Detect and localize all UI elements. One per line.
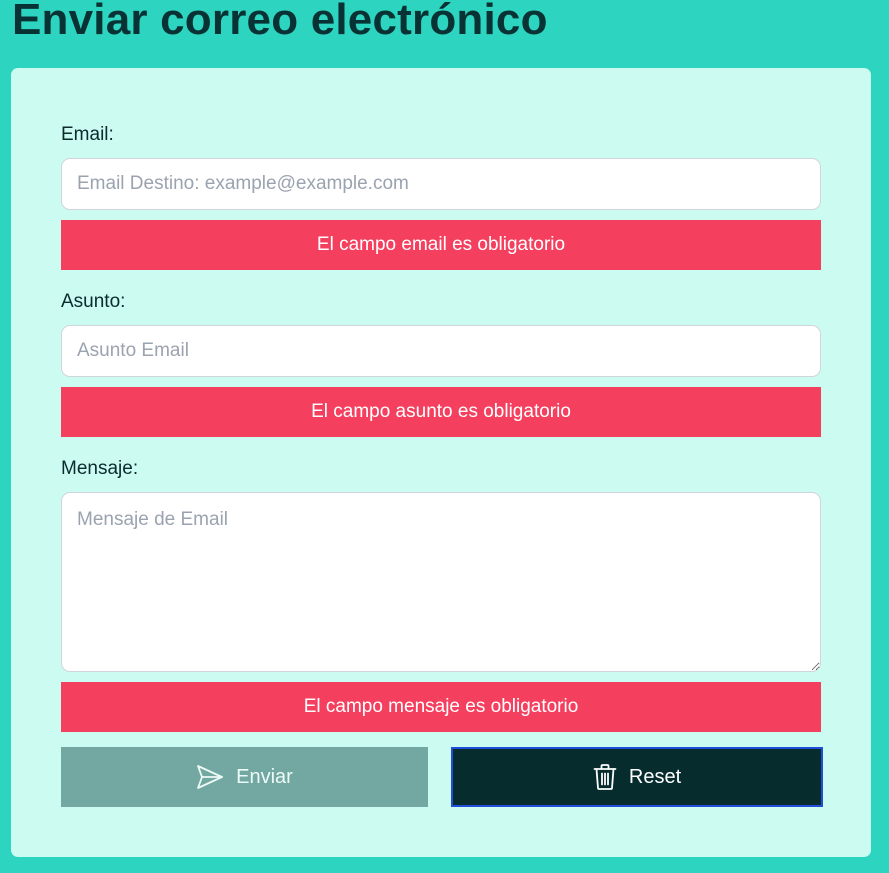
subject-error-message: El campo asunto es obligatorio xyxy=(61,387,821,437)
reset-button-label: Reset xyxy=(628,765,682,788)
trash-icon xyxy=(593,763,617,791)
send-button-label: Enviar xyxy=(236,765,293,788)
email-error-message: El campo email es obligatorio xyxy=(61,220,821,270)
email-label: Email: xyxy=(61,124,114,145)
email-input[interactable] xyxy=(61,158,821,210)
send-button[interactable]: Enviar xyxy=(61,747,428,807)
message-textarea[interactable] xyxy=(61,492,821,672)
message-error-message: El campo mensaje es obligatorio xyxy=(61,682,821,732)
subject-input[interactable] xyxy=(61,325,821,377)
message-label: Mensaje: xyxy=(61,458,139,479)
email-form-card: Email: El campo email es obligatorio Asu… xyxy=(11,68,871,857)
paper-plane-icon xyxy=(196,764,224,790)
subject-label: Asunto: xyxy=(61,291,126,312)
reset-button[interactable]: Reset xyxy=(451,747,823,807)
page-title: Enviar correo electrónico xyxy=(12,0,548,44)
